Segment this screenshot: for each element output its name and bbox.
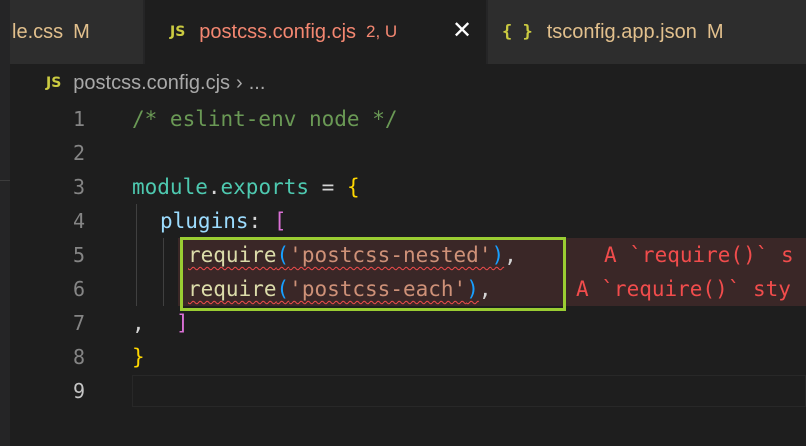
comma-token: , (132, 311, 145, 335)
inline-error-message[interactable]: A `require()` s (604, 238, 794, 272)
brace-token: } (132, 345, 145, 369)
line-code: module.exports = { (132, 170, 360, 204)
line-number: 8 (72, 345, 85, 369)
tab-bar: le.css M JS postcss.config.cjs 2, U ✕ { … (10, 0, 806, 64)
dot-token: . (207, 175, 221, 199)
line-code: plugins: [ (160, 204, 286, 238)
property-token: plugins (160, 209, 249, 233)
code-line-3: 3 module.exports = { (10, 170, 806, 204)
line-number: 7 (72, 311, 85, 335)
line-number: 1 (72, 107, 85, 131)
bracket-token: ] (176, 311, 189, 335)
activity-strip-divider (0, 180, 10, 181)
chevron-right-icon: › (236, 71, 243, 94)
tab-modified-badge: M (73, 20, 90, 43)
line-code: , (132, 306, 145, 340)
line-code: ] (176, 306, 189, 340)
line-number: 9 (72, 379, 85, 403)
annotation-highlight-box (180, 237, 566, 311)
tab-tsconfig-app-json[interactable]: { } tsconfig.app.json M (488, 0, 806, 64)
line-number: 5 (72, 243, 85, 267)
comment-token: /* eslint-env node */ (132, 107, 398, 131)
tab-postcss-config[interactable]: JS postcss.config.cjs 2, U ✕ (145, 0, 486, 64)
close-icon[interactable]: ✕ (447, 16, 477, 46)
line-number: 6 (72, 277, 85, 301)
code-line-8: 8 } (10, 340, 806, 374)
colon-token: : (248, 209, 274, 233)
line-number: 4 (72, 209, 85, 233)
code-line-4: 4 plugins: [ (10, 204, 806, 238)
module-token: module (132, 175, 208, 199)
tab-le-css[interactable]: le.css M (10, 0, 143, 64)
operator-token: = (309, 175, 347, 199)
activity-strip (0, 0, 10, 446)
js-file-icon: JS (46, 75, 62, 91)
tab-label: tsconfig.app.json (546, 20, 697, 43)
code-line-9: 9 (10, 374, 806, 408)
line-code: } (132, 340, 145, 374)
brace-token: { (346, 175, 360, 199)
vscode-editor-window: le.css M JS postcss.config.cjs 2, U ✕ { … (0, 0, 806, 446)
js-file-icon: JS (170, 24, 186, 40)
breadcrumb-file[interactable]: postcss.config.cjs (73, 72, 230, 95)
bracket-token: [ (273, 209, 287, 233)
code-line-7: 7 , ] (10, 306, 806, 340)
tab-modified-badge: M (706, 20, 724, 43)
exports-token: exports (220, 175, 310, 199)
line-number: 3 (72, 175, 85, 199)
breadcrumb: JS postcss.config.cjs › ... (46, 68, 265, 98)
tab-label: le.css (12, 20, 64, 43)
breadcrumb-symbols[interactable]: ... (249, 72, 266, 95)
line-code: /* eslint-env node */ (132, 102, 398, 136)
code-line-1: 1 /* eslint-env node */ (10, 102, 806, 136)
tab-label: postcss.config.cjs (199, 20, 357, 43)
code-line-2: 2 (10, 136, 806, 170)
line-number: 2 (72, 141, 85, 165)
json-file-icon: { } (502, 22, 533, 42)
tab-problem-badge: 2, U (366, 22, 398, 41)
inline-error-message[interactable]: A `require()` sty (576, 272, 791, 306)
